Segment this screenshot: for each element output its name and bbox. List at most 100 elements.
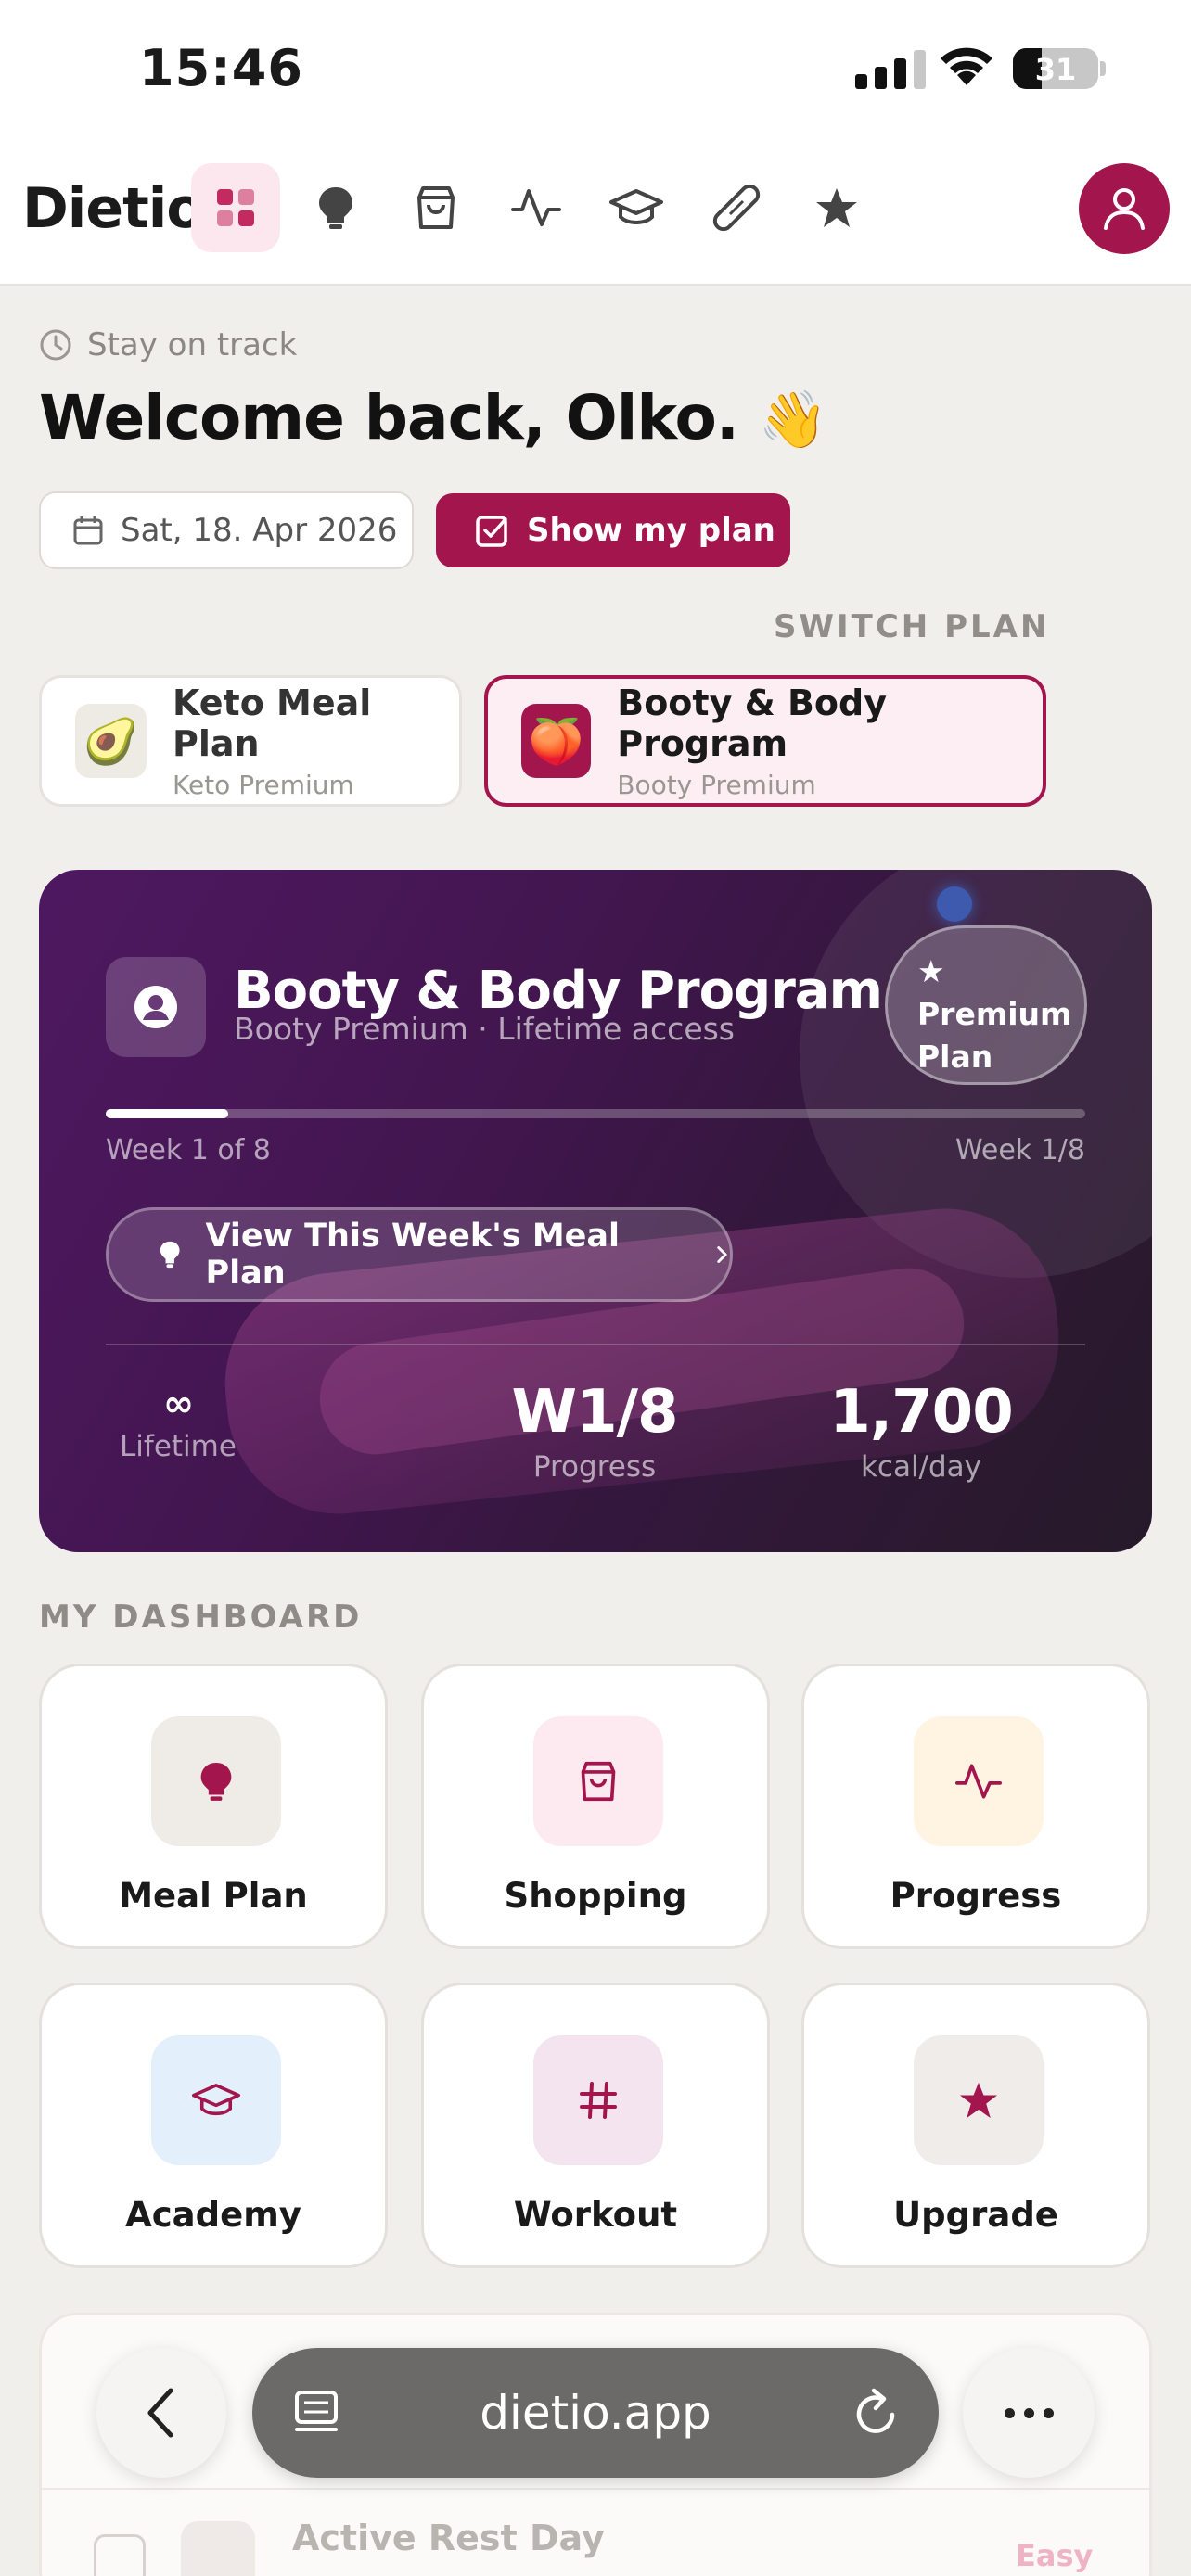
- tile-icon-box: [914, 1716, 1044, 1846]
- calendar-icon: [73, 516, 103, 545]
- tile-meal-plan[interactable]: Meal Plan: [39, 1664, 388, 1949]
- program-avatar: [106, 957, 206, 1057]
- chevron-right-icon: [717, 1246, 727, 1263]
- program-subtitle: Booty Premium · Lifetime access: [234, 1011, 736, 1047]
- reload-icon[interactable]: [852, 2387, 902, 2439]
- stat-label: Lifetime: [120, 1430, 237, 1463]
- badge-line: Premium: [917, 996, 1072, 1032]
- more-dot: [1043, 2407, 1054, 2418]
- avocado-icon: 🥑: [75, 704, 147, 778]
- stat-calories: 1,700 kcal/day: [782, 1378, 1060, 1484]
- brand-logo[interactable]: Dietio: [22, 176, 205, 241]
- more-options-button[interactable]: [963, 2348, 1095, 2478]
- show-plan-button[interactable]: Show my plan: [436, 493, 790, 567]
- tile-academy[interactable]: Academy: [39, 1983, 388, 2268]
- nav-academy[interactable]: [592, 163, 681, 252]
- battery-tip: [1100, 61, 1106, 76]
- wave-emoji: 👋: [758, 388, 828, 453]
- star-icon: ★: [917, 953, 945, 989]
- switch-plan-label: SWITCH PLAN: [774, 608, 1050, 645]
- program-hero-card: Booty & Body Program Booty Premium · Lif…: [39, 870, 1152, 1552]
- nav-shopping[interactable]: [391, 163, 480, 252]
- bandage-icon: [712, 184, 761, 232]
- stat-value: 1,700: [829, 1378, 1013, 1447]
- activity-icon: [511, 189, 561, 226]
- difficulty-badge: Easy: [1016, 2538, 1094, 2573]
- lightbulb-icon: [200, 1763, 232, 1801]
- plan-card-booty[interactable]: 🍑 Booty & Body Program Booty Premium: [484, 675, 1046, 807]
- dashboard-icon: [217, 189, 254, 226]
- tile-upgrade[interactable]: Upgrade: [801, 1983, 1150, 2268]
- star-icon: [959, 2082, 998, 2119]
- more-dot: [1023, 2407, 1034, 2418]
- view-meal-plan-button[interactable]: View This Week's Meal Plan: [106, 1207, 733, 1302]
- divider: [106, 1344, 1085, 1345]
- stat-progress: W1/8 Progress: [455, 1378, 734, 1484]
- notification-dot: [937, 886, 972, 922]
- stat-value: W1/8: [511, 1378, 678, 1447]
- nav-progress[interactable]: [492, 163, 581, 252]
- date-picker-button[interactable]: Sat, 18. Apr 2026: [39, 491, 414, 569]
- tile-label: Shopping: [504, 1876, 687, 1916]
- stat-value: ∞: [162, 1383, 194, 1425]
- show-plan-label: Show my plan: [527, 512, 775, 549]
- tile-shopping[interactable]: Shopping: [421, 1664, 770, 1949]
- week-progress-bar: [106, 1109, 1085, 1118]
- plan-card-keto[interactable]: 🥑 Keto Meal Plan Keto Premium: [39, 675, 462, 807]
- page-title: Welcome back, Olko. 👋: [39, 382, 828, 453]
- plan-name: Keto Meal Plan: [172, 682, 372, 764]
- tile-label: Progress: [890, 1876, 1062, 1916]
- tile-label: Upgrade: [893, 2195, 1058, 2235]
- week-progress-fill: [106, 1109, 228, 1118]
- chevron-left-icon: [147, 2388, 173, 2438]
- status-bar: 15:46 31: [0, 0, 1191, 148]
- lightbulb-icon: [160, 1241, 180, 1269]
- week-fraction: Week 1/8: [954, 1134, 1085, 1167]
- badge-line: Plan: [917, 1039, 993, 1075]
- welcome-text: Welcome back, Olko.: [39, 382, 739, 453]
- tile-workout[interactable]: Workout: [421, 1983, 770, 2268]
- tile-label: Meal Plan: [119, 1876, 308, 1916]
- plan-name: Booty & Body Program: [617, 682, 887, 764]
- divider: [42, 2488, 1149, 2490]
- user-icon: [1104, 188, 1145, 230]
- task-title: Active Rest Day: [292, 2518, 605, 2558]
- stat-lifetime: ∞ Lifetime: [39, 1378, 317, 1463]
- address-bar[interactable]: dietio.app: [252, 2348, 939, 2478]
- tile-label: Workout: [513, 2195, 678, 2235]
- url-text: dietio.app: [480, 2386, 711, 2440]
- profile-button[interactable]: [1079, 163, 1170, 254]
- tile-icon-box: [151, 2035, 281, 2165]
- shopping-bag-icon: [417, 186, 455, 229]
- star-icon: [816, 188, 857, 227]
- rest-icon: [181, 2521, 255, 2576]
- week-counter: Week 1 of 8: [106, 1134, 271, 1167]
- date-label: Sat, 18. Apr 2026: [121, 512, 398, 549]
- wifi-icon: [941, 47, 992, 85]
- tile-icon-box: [151, 1716, 281, 1846]
- tile-progress[interactable]: Progress: [801, 1664, 1150, 1949]
- lightbulb-icon: [319, 187, 352, 229]
- premium-plan-badge[interactable]: ★ Premium Plan: [885, 925, 1087, 1085]
- battery-level: 31: [1034, 52, 1077, 87]
- shopping-bag-icon: [581, 1761, 616, 1802]
- more-dot: [1004, 2407, 1015, 2418]
- nav-dashboard[interactable]: [191, 163, 280, 252]
- nav-upgrade[interactable]: [792, 163, 881, 252]
- plan-subtitle: Booty Premium: [617, 769, 816, 800]
- peach-icon: 🍑: [521, 704, 592, 778]
- nav-workout[interactable]: [692, 163, 781, 252]
- task-checkbox[interactable]: [94, 2534, 146, 2576]
- plan-subtitle: Keto Premium: [172, 769, 354, 800]
- nav-meal-plan[interactable]: [291, 163, 380, 252]
- graduation-cap-icon: [609, 189, 663, 224]
- tile-icon-box: [533, 2035, 663, 2165]
- browser-back-button[interactable]: [96, 2348, 226, 2478]
- status-time: 15:46: [139, 39, 303, 97]
- cellular-signal-icon: [855, 48, 926, 89]
- user-circle-icon: [134, 986, 177, 1028]
- dashboard-heading: MY DASHBOARD: [39, 1599, 363, 1636]
- activity-icon: [955, 1764, 1002, 1799]
- top-nav: Dietio: [0, 148, 1191, 286]
- eyebrow: Stay on track: [39, 326, 297, 363]
